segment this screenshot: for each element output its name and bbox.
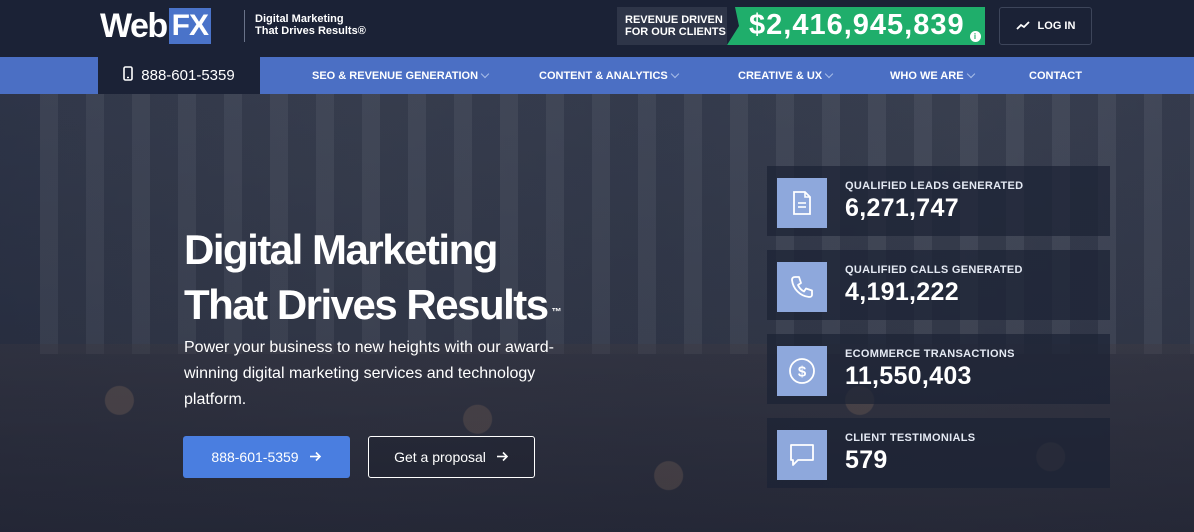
main-nav: 888-601-5359 SEO & REVENUE GENERATION CO…: [0, 57, 1194, 94]
nav-item-label: CONTACT: [1029, 69, 1082, 82]
mobile-phone-icon: [123, 66, 134, 85]
nav-item-label: CREATIVE & UX: [738, 69, 823, 82]
login-button[interactable]: LOG IN: [999, 7, 1092, 45]
tagline: Digital Marketing That Drives Results®: [255, 13, 366, 37]
stat-value: 579: [845, 446, 888, 474]
proposal-button-label: Get a proposal: [394, 449, 486, 465]
nav-item-who-we-are[interactable]: WHO WE ARE: [890, 57, 975, 94]
stat-calls: QUALIFIED CALLS GENERATED 4,191,222: [767, 250, 1110, 320]
logo-web-text: Web: [100, 7, 168, 45]
dollar-icon: $: [777, 346, 827, 396]
hero-section: Digital Marketing That Drives Results ™ P…: [0, 94, 1194, 532]
hero-headline-line2: That Drives Results ™: [184, 277, 562, 332]
tagline-line1: Digital Marketing: [255, 13, 344, 25]
stat-testimonials: CLIENT TESTIMONIALS 579: [767, 418, 1110, 488]
nav-phone-link[interactable]: 888-601-5359: [98, 57, 260, 94]
top-bar: Web FX Digital Marketing That Drives Res…: [0, 0, 1194, 57]
tagline-line2: That Drives Results®: [255, 25, 366, 37]
arrow-right-icon: [309, 449, 322, 465]
stats-panel: QUALIFIED LEADS GENERATED 6,271,747 QUAL…: [767, 166, 1110, 506]
phone-icon: [777, 262, 827, 312]
login-label: LOG IN: [1037, 20, 1076, 32]
nav-item-creative[interactable]: CREATIVE & UX: [738, 57, 834, 94]
arrow-right-icon: [496, 449, 509, 465]
revenue-amount: $2,416,945,839 i: [727, 7, 985, 45]
revenue-counter: REVENUE DRIVEN FOR OUR CLIENTS $2,416,94…: [617, 7, 985, 45]
hero-headline-line1: Digital Marketing: [184, 226, 498, 273]
revenue-label: REVENUE DRIVEN FOR OUR CLIENTS: [617, 7, 727, 45]
stat-label: QUALIFIED CALLS GENERATED: [845, 264, 1023, 276]
webfx-logo[interactable]: Web FX: [100, 8, 211, 44]
nav-item-contact[interactable]: CONTACT: [1029, 57, 1082, 94]
revenue-amount-value: $2,416,945,839: [749, 9, 965, 41]
chevron-down-icon: [966, 69, 975, 78]
hero-subtext: Power your business to new heights with …: [184, 339, 554, 408]
nav-item-label: SEO & REVENUE GENERATION: [312, 69, 479, 82]
stat-value: 4,191,222: [845, 278, 959, 306]
trend-up-icon: [1015, 20, 1030, 33]
chat-icon: [777, 430, 827, 480]
revenue-label-line1: REVENUE DRIVEN: [625, 14, 723, 26]
nav-item-content[interactable]: CONTENT & ANALYTICS: [539, 57, 679, 94]
nav-item-label: CONTENT & ANALYTICS: [539, 69, 668, 82]
logo-divider: [244, 10, 245, 42]
chevron-down-icon: [670, 69, 679, 78]
stat-value: 11,550,403: [845, 362, 972, 390]
logo-fx-text: FX: [168, 8, 211, 44]
get-proposal-button[interactable]: Get a proposal: [368, 436, 535, 478]
call-button-label: 888-601-5359: [211, 449, 299, 465]
call-button[interactable]: 888-601-5359: [183, 436, 350, 478]
chevron-down-icon: [480, 69, 490, 78]
hero-headline: Digital Marketing That Drives Results ™: [184, 222, 562, 332]
nav-item-label: WHO WE ARE: [890, 69, 964, 82]
stat-value: 6,271,747: [845, 194, 959, 222]
chevron-down-icon: [824, 69, 834, 78]
nav-phone-number: 888-601-5359: [141, 67, 235, 84]
stat-label: CLIENT TESTIMONIALS: [845, 432, 976, 444]
nav-item-seo[interactable]: SEO & REVENUE GENERATION: [312, 57, 490, 94]
stat-ecommerce: $ ECOMMERCE TRANSACTIONS 11,550,403: [767, 334, 1110, 404]
stat-label: QUALIFIED LEADS GENERATED: [845, 180, 1024, 192]
document-icon: [777, 178, 827, 228]
info-icon[interactable]: i: [970, 31, 981, 42]
svg-text:$: $: [798, 364, 807, 381]
stat-leads: QUALIFIED LEADS GENERATED 6,271,747: [767, 166, 1110, 236]
revenue-label-line2: FOR OUR CLIENTS: [625, 26, 726, 38]
stat-label: ECOMMERCE TRANSACTIONS: [845, 348, 1015, 360]
trademark-symbol: ™: [551, 307, 562, 318]
hero-headline-line2-text: That Drives Results: [184, 281, 549, 328]
